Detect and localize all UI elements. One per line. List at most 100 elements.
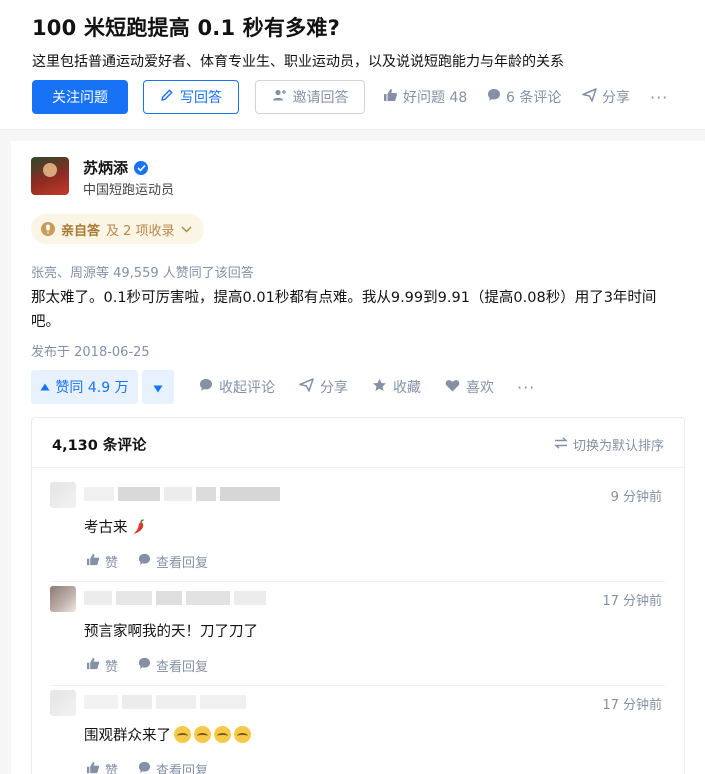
share-icon (582, 88, 597, 106)
vote-up-button[interactable]: 赞同 4.9 万 (31, 370, 138, 404)
view-replies-label: 查看回复 (156, 660, 209, 675)
microphone-icon (41, 222, 55, 236)
view-replies-button[interactable]: 查看回复 (138, 760, 208, 774)
thumbs-up-icon (86, 761, 100, 774)
triangle-down-icon (153, 378, 163, 397)
heart-icon (445, 379, 460, 396)
comment-icon (487, 88, 501, 106)
chili-icon (132, 518, 146, 535)
favorite-button[interactable]: 收藏 (372, 370, 421, 404)
invite-answer-label: 邀请回答 (292, 90, 349, 106)
answer-badge[interactable]: 亲自答 及 2 项收录 (31, 214, 204, 244)
question-share-button[interactable]: 分享 (582, 80, 630, 114)
comment-time: 9 分钟前 (610, 490, 662, 505)
author-name[interactable]: 苏炳添 (83, 157, 128, 178)
question-more-button[interactable]: ··· (650, 80, 668, 114)
vote-up-label: 赞同 4.9 万 (55, 380, 129, 396)
follow-question-label: 关注问题 (52, 90, 108, 106)
view-replies-button[interactable]: 查看回复 (138, 656, 208, 675)
commenter-name-redacted[interactable] (84, 487, 284, 503)
star-icon (372, 378, 387, 396)
more-icon: ··· (517, 377, 536, 397)
comment-like-button[interactable]: 赞 (86, 656, 118, 675)
commenter-avatar[interactable] (50, 586, 76, 612)
comment-actions: 赞 查看回复 (86, 552, 208, 571)
add-user-icon (272, 88, 287, 106)
more-icon: ··· (650, 87, 669, 107)
question-comments-button[interactable]: 6 条评论 (487, 80, 561, 114)
answer-more-button[interactable]: ··· (517, 370, 535, 404)
comments-header: 4,130 条评论 切换为默认排序 (32, 418, 684, 468)
view-replies-label: 查看回复 (156, 764, 209, 774)
chevron-down-icon (181, 222, 192, 237)
comment-text: 围观群众来了 (84, 728, 171, 744)
comment-like-button[interactable]: 赞 (86, 552, 118, 571)
thumbs-up-icon (86, 657, 100, 674)
commenter-name-redacted[interactable] (84, 591, 270, 607)
commenter-avatar[interactable] (50, 690, 76, 716)
vote-down-button[interactable] (142, 370, 174, 404)
answer-card: 苏炳添 中国短跑运动员 亲自答 及 2 项收录 张亮、周源等 49,559 人赞… (11, 141, 705, 774)
collapse-comments-label: 收起评论 (219, 380, 275, 396)
comment-text-row: 围观群众来了 (84, 724, 251, 745)
comment-text: 考古来 (84, 520, 128, 536)
laughing-face-icon (194, 726, 211, 743)
comment-item: 17 分钟前 围观群众来了 赞 查看回复 (50, 686, 666, 774)
switch-sort-button[interactable]: 切换为默认排序 (554, 435, 664, 454)
author-headline: 中国短跑运动员 (83, 183, 175, 198)
thumbs-up-icon (383, 88, 398, 106)
question-header: 100 米短跑提高 0.1 秒有多难? 这里包括普通运动爱好者、体育专业生、职业… (0, 0, 705, 130)
comment-item: 17 分钟前 预言家啊我的天！刀了刀了 赞 查看回复 (50, 582, 666, 686)
write-answer-label: 写回答 (180, 90, 222, 106)
comment-icon (138, 657, 151, 674)
view-replies-button[interactable]: 查看回复 (138, 552, 208, 571)
comments-count: 4,130 条评论 (52, 438, 147, 454)
publish-time[interactable]: 发布于 2018-06-25 (31, 341, 150, 360)
question-title[interactable]: 100 米短跑提高 0.1 秒有多难? (32, 12, 340, 42)
write-answer-button[interactable]: 写回答 (143, 80, 239, 114)
follow-question-button[interactable]: 关注问题 (32, 80, 128, 114)
comment-time: 17 分钟前 (602, 594, 662, 609)
voters-text[interactable]: 张亮、周源等 49,559 人赞同了该回答 (31, 262, 254, 281)
comment-text-row: 考古来 (84, 516, 146, 537)
question-share-label: 分享 (602, 90, 630, 106)
switch-sort-label: 切换为默认排序 (572, 439, 664, 454)
pencil-icon (160, 88, 174, 106)
triangle-up-icon (40, 379, 50, 395)
share-icon (299, 378, 314, 396)
good-question-button[interactable]: 好问题 48 (383, 80, 467, 114)
verified-icon (134, 160, 149, 175)
comment-actions: 赞 查看回复 (86, 760, 208, 774)
collapse-comments-button[interactable]: 收起评论 (199, 370, 275, 404)
swap-icon (554, 436, 568, 453)
comment-like-button[interactable]: 赞 (86, 760, 118, 774)
favorite-label: 收藏 (393, 380, 421, 396)
answer-content: 那太难了。0.1秒可厉害啦，提高0.01秒都有点难。我从9.99到9.91（提高… (31, 290, 657, 330)
answer-share-button[interactable]: 分享 (299, 370, 348, 404)
comment-like-label: 赞 (105, 556, 119, 571)
comment-icon (199, 378, 213, 396)
question-detail: 这里包括普通运动爱好者、体育专业生、职业运动员，以及说说短跑能力与年龄的关系 (32, 54, 564, 70)
author-avatar[interactable] (31, 157, 69, 195)
laughing-face-icon (214, 726, 231, 743)
question-comments-label: 6 条评论 (506, 90, 562, 106)
badge-secondary: 及 2 项收录 (106, 223, 175, 239)
comment-icon (138, 553, 151, 570)
good-question-label: 好问题 48 (403, 90, 468, 106)
commenter-name-redacted[interactable] (84, 695, 250, 711)
laughing-face-icon (174, 726, 191, 743)
comments-panel: 4,130 条评论 切换为默认排序 9 分钟前 考古来 赞 查看回复 17 分钟… (31, 417, 685, 774)
like-button[interactable]: 喜欢 (445, 370, 494, 404)
comment-like-label: 赞 (105, 660, 119, 675)
answer-share-label: 分享 (320, 380, 348, 396)
comment-item: 9 分钟前 考古来 赞 查看回复 (50, 478, 666, 582)
author-name-row: 苏炳添 (83, 157, 149, 178)
comment-text-row: 预言家啊我的天！刀了刀了 (84, 620, 258, 641)
comment-time: 17 分钟前 (602, 698, 662, 713)
comment-text: 预言家啊我的天！刀了刀了 (84, 624, 258, 640)
view-replies-label: 查看回复 (156, 556, 209, 571)
commenter-avatar[interactable] (50, 482, 76, 508)
comment-like-label: 赞 (105, 764, 119, 774)
like-label: 喜欢 (466, 380, 494, 396)
invite-answer-button[interactable]: 邀请回答 (255, 80, 365, 114)
